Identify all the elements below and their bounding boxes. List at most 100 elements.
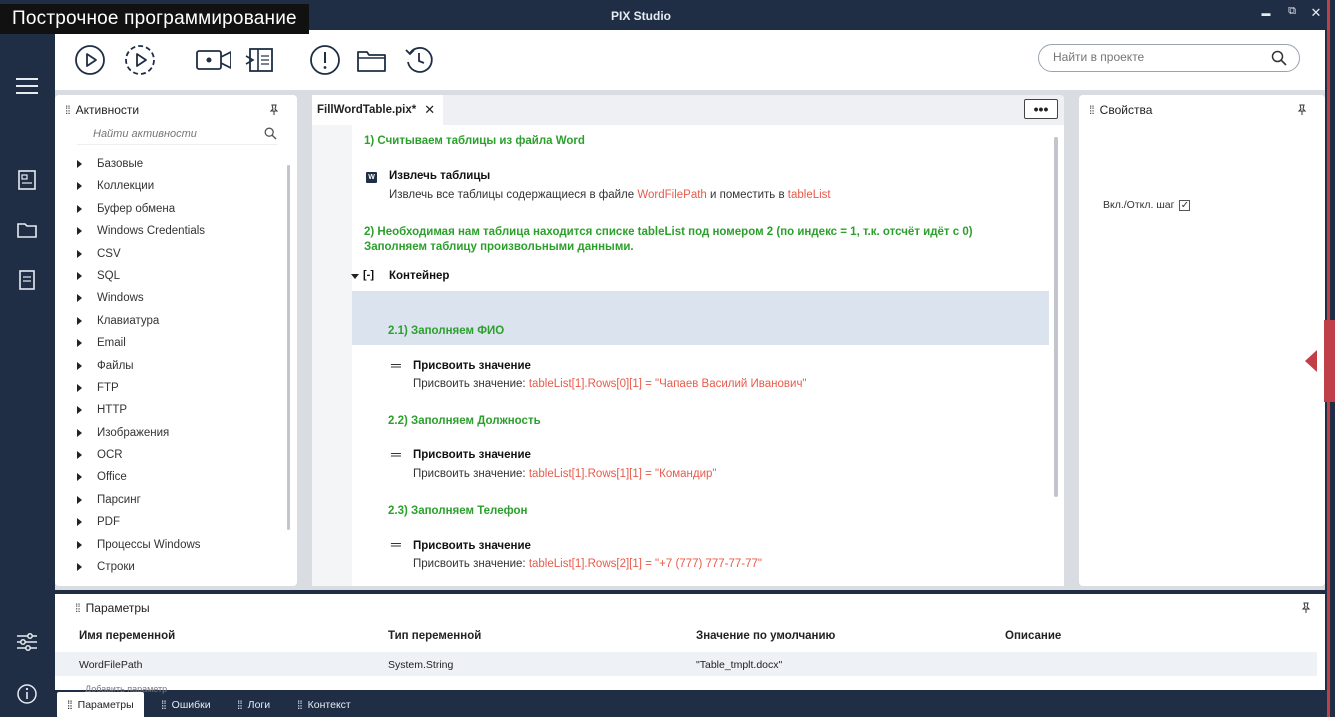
assign-2-title[interactable]: Присвоить значение [413, 449, 531, 461]
expand-left-arrow-icon[interactable] [1305, 350, 1317, 372]
canvas-scrollbar[interactable] [1054, 137, 1058, 497]
column-header-default[interactable]: Значение по умолчанию [696, 630, 835, 642]
activity-category-label: Базовые [97, 158, 144, 170]
tab-logs[interactable]: ⁞⁞ Логи [227, 692, 280, 717]
assign-1-title[interactable]: Присвоить значение [413, 360, 531, 372]
activity-category[interactable]: OCR [55, 444, 297, 466]
table-row[interactable] [55, 652, 1317, 676]
panel-split-icon[interactable] [242, 42, 278, 78]
folder-nav-icon[interactable] [13, 216, 41, 244]
expand-arrow-icon[interactable] [77, 406, 82, 415]
param-default-cell[interactable]: "Table_tmplt.docx" [696, 659, 782, 671]
param-name-cell[interactable]: WordFilePath [79, 659, 142, 671]
activity-category[interactable]: Windows [55, 287, 297, 309]
more-options-button[interactable]: ••• [1024, 99, 1058, 119]
pin-icon[interactable] [1297, 104, 1307, 119]
project-search-input[interactable] [1053, 50, 1263, 64]
expand-arrow-icon[interactable] [77, 428, 82, 437]
activity-category-label: FTP [97, 381, 119, 394]
expand-arrow-icon[interactable] [77, 451, 82, 460]
expand-arrow-icon[interactable] [77, 361, 82, 370]
activities-scrollbar[interactable] [287, 165, 290, 530]
expand-arrow-icon[interactable] [77, 204, 82, 213]
expand-arrow-icon[interactable] [77, 271, 82, 280]
column-header-type[interactable]: Тип переменной [388, 630, 481, 642]
expand-arrow-icon[interactable] [77, 495, 82, 504]
tab-fillwordtable[interactable]: FillWordTable.pix* ✕ [312, 95, 444, 125]
activity-category[interactable]: HTTP [55, 399, 297, 421]
history-icon[interactable] [401, 42, 437, 78]
container-collapse-toggle[interactable]: [-] [363, 269, 374, 281]
column-header-description[interactable]: Описание [1005, 630, 1061, 642]
activity-category[interactable]: Строки [55, 556, 297, 578]
activity-category[interactable]: Базовые [55, 153, 297, 175]
activity-category[interactable]: Буфер обмена [55, 198, 297, 220]
expand-arrow-icon[interactable] [77, 316, 82, 325]
settings-sliders-icon[interactable] [13, 628, 41, 656]
activity-category[interactable]: Office [55, 466, 297, 488]
activity-category[interactable]: Коллекции [55, 175, 297, 197]
comment-step-2-3: 2.3) Заполняем Телефон [388, 505, 528, 517]
folder-icon[interactable] [354, 42, 390, 78]
drag-handle-icon: ⁞⁞ [237, 697, 243, 712]
activity-category[interactable]: Windows Credentials [55, 220, 297, 242]
expand-arrow-icon[interactable] [77, 518, 82, 527]
record-video-icon[interactable] [195, 42, 231, 78]
activity-category[interactable]: SQL [55, 265, 297, 287]
drag-handle-icon[interactable]: ⁞⁞ [75, 601, 81, 615]
container-title[interactable]: Контейнер [389, 270, 449, 282]
expand-arrow-icon[interactable] [77, 473, 82, 482]
expand-arrow-icon[interactable] [77, 383, 82, 392]
search-icon[interactable] [1271, 50, 1287, 71]
assign-3-description: Присвоить значение: tableList[1].Rows[2]… [413, 558, 763, 570]
column-header-name[interactable]: Имя переменной [79, 630, 175, 642]
collapse-chevron-icon[interactable] [351, 274, 359, 279]
step-toggle-checkbox[interactable]: ✓ [1179, 199, 1191, 211]
drag-handle-icon[interactable]: ⁞⁞ [1089, 103, 1095, 117]
activity-category[interactable]: Клавиатура [55, 310, 297, 332]
drag-handle-icon[interactable]: ⁞⁞ [65, 103, 71, 117]
pin-icon[interactable] [1301, 602, 1311, 617]
tab-context[interactable]: ⁞⁞ Контекст [287, 692, 361, 717]
search-icon[interactable] [264, 127, 277, 145]
document-nav-icon[interactable] [13, 266, 41, 294]
activity-category[interactable]: Процессы Windows [55, 534, 297, 556]
alert-icon[interactable] [307, 42, 343, 78]
expand-arrow-icon[interactable] [77, 160, 82, 168]
expand-arrow-icon[interactable] [77, 339, 82, 348]
step-run-icon[interactable] [122, 42, 158, 78]
activity-category[interactable]: PDF [55, 511, 297, 533]
info-icon[interactable] [13, 680, 41, 708]
assign-1-description: Присвоить значение: tableList[1].Rows[0]… [413, 378, 807, 390]
expand-arrow-icon[interactable] [77, 227, 82, 236]
activity-category[interactable]: FTP [55, 377, 297, 399]
activities-nav-icon[interactable] [13, 166, 41, 194]
activity-category[interactable]: Изображения [55, 422, 297, 444]
extract-tables-title[interactable]: Извлечь таблицы [389, 170, 490, 182]
expand-arrow-icon[interactable] [77, 294, 82, 303]
close-tab-icon[interactable]: ✕ [424, 102, 435, 118]
activity-category[interactable]: Парсинг [55, 489, 297, 511]
tab-errors[interactable]: ⁞⁞ Ошибки [151, 692, 221, 717]
assign-3-title[interactable]: Присвоить значение [413, 540, 531, 552]
play-icon[interactable] [72, 42, 108, 78]
comment-step-2-2: 2.2) Заполняем Должность [388, 415, 541, 427]
activity-category[interactable]: Файлы [55, 355, 297, 377]
maximize-button[interactable]: ⧉ [1284, 5, 1300, 18]
tab-parameters[interactable]: ⁞⁞ Параметры [57, 692, 144, 717]
pin-icon[interactable] [269, 104, 279, 119]
param-type-cell[interactable]: System.String [388, 659, 453, 671]
expand-arrow-icon[interactable] [77, 563, 82, 572]
hamburger-menu-icon[interactable] [13, 72, 41, 100]
expand-arrow-icon[interactable] [77, 249, 82, 258]
activities-search-input[interactable] [93, 128, 253, 140]
activities-panel: ⁞⁞ Активности Базовые Коллекции Буфер обме… [55, 95, 297, 586]
expand-arrow-icon[interactable] [77, 182, 82, 191]
activity-category[interactable]: CSV [55, 243, 297, 265]
close-button[interactable]: ✕ [1308, 5, 1324, 21]
expand-arrow-icon[interactable] [77, 540, 82, 549]
right-collapse-tab[interactable] [1324, 320, 1335, 402]
comment-step-2-line-2: Заполняем таблицу произвольными данными. [364, 241, 634, 253]
activity-category[interactable]: Email [55, 332, 297, 354]
minimize-button[interactable]: ▬ [1258, 8, 1274, 18]
